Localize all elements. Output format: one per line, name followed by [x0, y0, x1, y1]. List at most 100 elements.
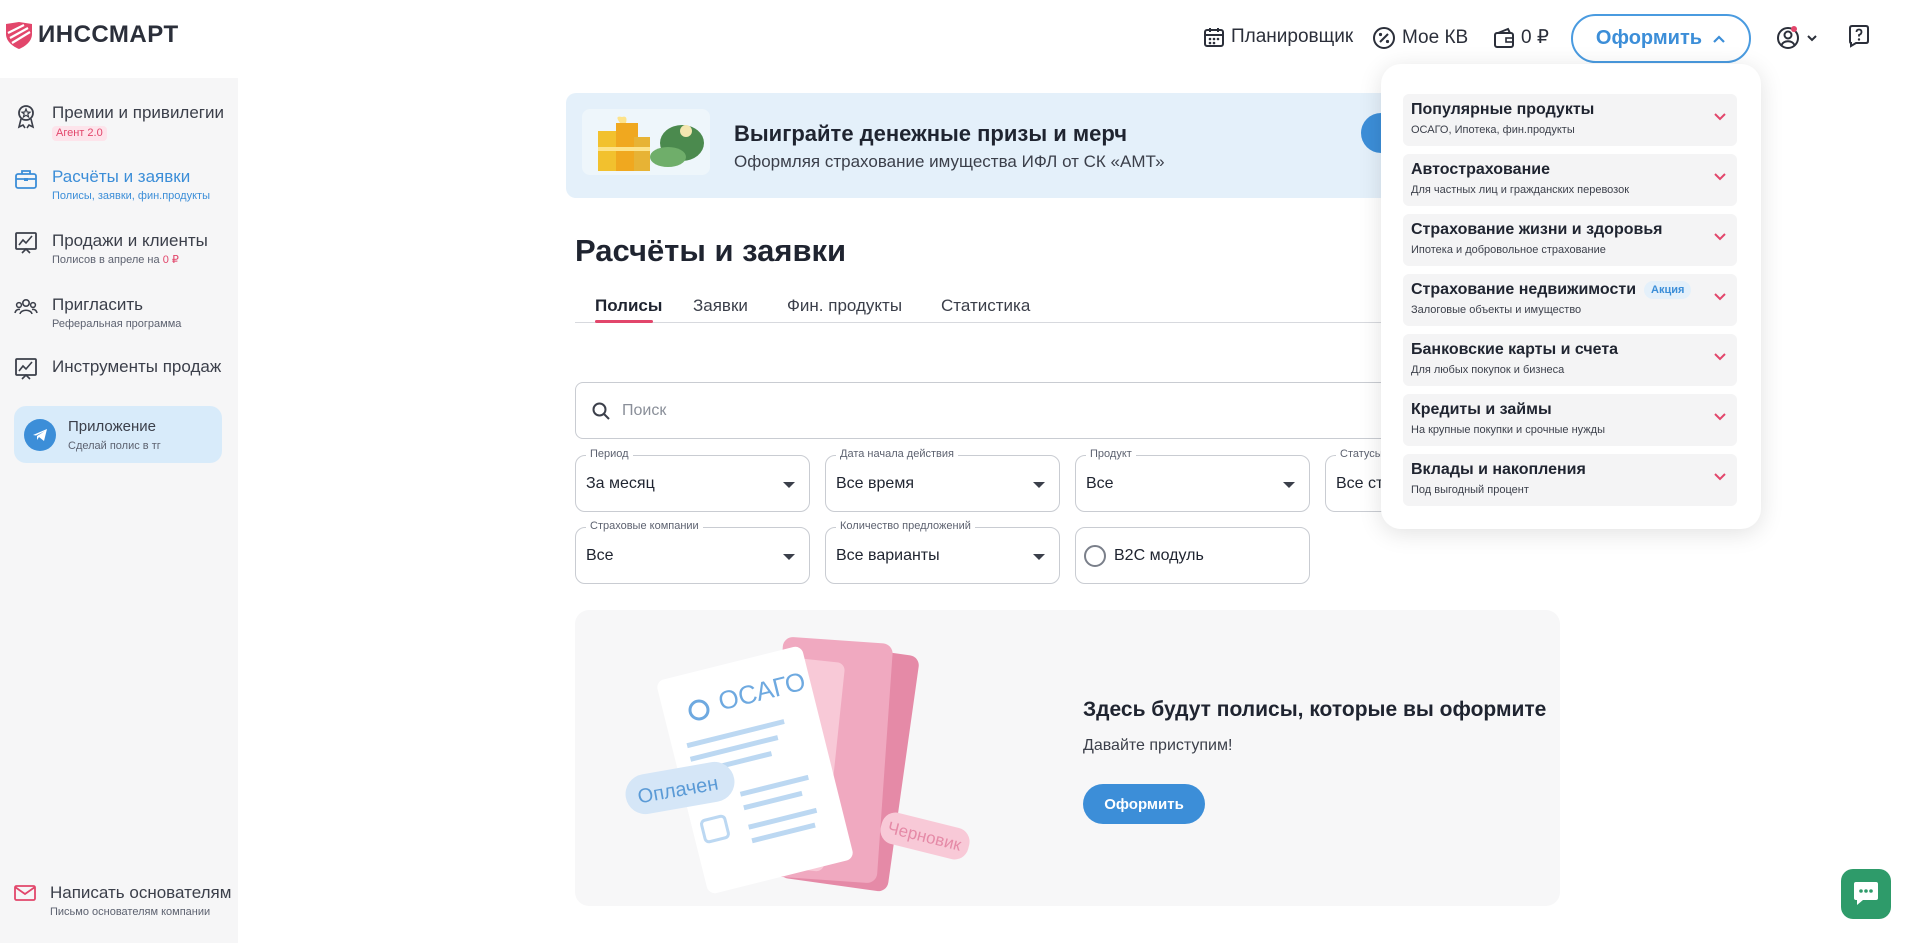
planner-label: Планировщик	[1231, 26, 1354, 47]
dropdown-item-title: Банковские карты и счета	[1411, 341, 1619, 358]
page-title: Расчёты и заявки	[575, 233, 847, 268]
filter-label: Количество предложений	[836, 520, 975, 532]
banner-subtitle: Оформляя страхование имущества ИФЛ от СК…	[734, 152, 1165, 171]
chevron-down-icon	[1714, 293, 1726, 301]
filter-product[interactable]: Продукт Все	[1075, 448, 1310, 512]
app-card-title: Приложение	[68, 417, 156, 435]
chevron-down-icon	[1714, 233, 1726, 241]
filter-start-date[interactable]: Дата начала действия Все время	[825, 448, 1060, 512]
planner-link[interactable]: Планировщик	[1203, 26, 1353, 48]
empty-state-subtitle: Давайте приступим!	[1083, 737, 1233, 754]
founders-title: Написать основателям	[50, 883, 232, 902]
logo[interactable]: ИНССМАРТ	[4, 20, 179, 50]
dropdown-item-title: Популярные продукты	[1411, 101, 1595, 118]
percent-icon	[1373, 27, 1395, 49]
sidebar-item-sub: Полисы, заявки, фин.продукты	[52, 190, 210, 202]
dropdown-item-title: Страхование недвижимости Акция	[1411, 281, 1692, 299]
tab-fin-products[interactable]: Фин. продукты	[787, 296, 902, 316]
oformit-menu-button[interactable]: Оформить	[1571, 14, 1751, 63]
sidebar-item-sub: Реферальная программа	[52, 318, 182, 330]
b2c-label: B2C модуль	[1114, 547, 1204, 564]
user-icon	[1777, 26, 1817, 49]
chat-button[interactable]	[1841, 869, 1891, 919]
telegram-icon	[24, 418, 56, 451]
dropdown-item-title: Кредиты и займы	[1411, 401, 1552, 418]
dropdown-item-life[interactable]: Страхование жизни и здоровья Ипотека и д…	[1403, 214, 1737, 266]
sidebar: Премии и привилегии Агент 2.0 Расчёты и …	[0, 78, 238, 943]
search-icon	[592, 402, 610, 420]
medal-icon	[17, 105, 35, 129]
tab-policies[interactable]: Полисы	[595, 296, 662, 316]
radio-icon[interactable]	[1084, 545, 1106, 567]
search-input[interactable]: Поиск	[575, 382, 1395, 439]
dropdown-item-cards[interactable]: Банковские карты и счета Для любых покуп…	[1403, 334, 1737, 386]
filter-insurers[interactable]: Страховые компании Все	[575, 520, 810, 584]
filter-label: Статусы	[1336, 448, 1387, 460]
filter-period[interactable]: Период За месяц	[575, 448, 810, 512]
wallet-icon	[1494, 27, 1514, 48]
mail-icon	[14, 885, 36, 901]
agent-badge: Агент 2.0	[52, 126, 107, 141]
chevron-up-icon	[1713, 34, 1725, 43]
filter-value: Все	[586, 547, 614, 564]
app-card-sub: Сделай полис в тг	[68, 439, 161, 452]
oformit-dropdown: Популярные продукты ОСАГО, Ипотека, фин.…	[1381, 64, 1761, 529]
dropdown-item-title: Вклады и накопления	[1411, 461, 1586, 478]
dropdown-item-auto[interactable]: Автострахование Для частных лиц и гражда…	[1403, 154, 1737, 206]
policies-illustration: ОСАГО Оплачен Черновик	[625, 637, 970, 894]
sidebar-item-label: Продажи и клиенты	[52, 231, 208, 250]
active-tab-indicator	[595, 320, 653, 323]
dropdown-item-sub: На крупные покупки и срочные нужды	[1411, 424, 1605, 436]
tabs-bar: Полисы Заявки Фин. продукты Статистика	[575, 292, 1385, 323]
chevron-down-icon	[1714, 473, 1726, 481]
promo-badge: Акция	[1644, 281, 1692, 299]
chart-board-icon	[15, 232, 37, 254]
help-icon	[1849, 25, 1869, 48]
search-placeholder: Поиск	[622, 401, 667, 419]
wallet-link[interactable]: 0 ₽	[1493, 26, 1549, 49]
my-kv-label: Мое КВ	[1402, 27, 1469, 48]
dropdown-item-sub: ОСАГО, Ипотека, фин.продукты	[1411, 124, 1575, 136]
filter-value: За месяц	[586, 475, 655, 492]
sidebar-item-tools[interactable]: Инструменты продаж	[14, 357, 221, 381]
sidebar-item-invite[interactable]: Пригласить Реферальная программа	[14, 295, 181, 331]
oformit-label: Оформить	[1595, 27, 1703, 49]
dropdown-item-property[interactable]: Страхование недвижимости Акция Залоговые …	[1403, 274, 1737, 326]
briefcase-icon	[15, 170, 37, 189]
write-founders-link[interactable]: Написать основателям Письмо основателям …	[14, 883, 231, 919]
promo-banner[interactable]: Выиграйте денежные призы и мерч Оформляя…	[566, 93, 1421, 198]
logo-text: ИНССМАРТ	[38, 21, 179, 48]
logo-icon	[6, 22, 32, 49]
dropdown-item-credits[interactable]: Кредиты и займы На крупные покупки и сро…	[1403, 394, 1737, 446]
gifts-illustration	[582, 109, 710, 175]
caret-down-icon	[1033, 554, 1045, 560]
filter-label: Дата начала действия	[836, 448, 958, 460]
caret-down-icon	[1033, 482, 1045, 488]
sidebar-item-calculations[interactable]: Расчёты и заявки Полисы, заявки, фин.про…	[14, 167, 210, 203]
my-kv-link[interactable]: Мое КВ	[1372, 26, 1468, 50]
chevron-down-icon	[1714, 173, 1726, 181]
sidebar-item-bonuses[interactable]: Премии и привилегии Агент 2.0	[14, 103, 224, 141]
caret-down-icon	[783, 554, 795, 560]
dropdown-item-deposits[interactable]: Вклады и накопления Под выгодный процент	[1403, 454, 1737, 506]
dropdown-item-sub: Для любых покупок и бизнеса	[1411, 364, 1565, 376]
tab-requests[interactable]: Заявки	[693, 296, 748, 316]
help-button[interactable]	[1847, 24, 1871, 53]
oformit-button[interactable]: Оформить	[1083, 784, 1205, 824]
b2c-module-toggle[interactable]: B2C модуль	[1075, 527, 1310, 584]
tab-statistics[interactable]: Статистика	[941, 296, 1030, 316]
telegram-app-card[interactable]: Приложение Сделай полис в тг	[14, 406, 222, 463]
presentation-icon	[15, 358, 37, 380]
dropdown-item-sub: Под выгодный процент	[1411, 484, 1529, 496]
dropdown-item-popular[interactable]: Популярные продукты ОСАГО, Ипотека, фин.…	[1403, 94, 1737, 146]
chevron-down-icon	[1714, 353, 1726, 361]
empty-state-title: Здесь будут полисы, которые вы оформите	[1083, 698, 1547, 721]
filter-label: Страховые компании	[586, 520, 703, 532]
profile-menu[interactable]	[1776, 24, 1822, 57]
chat-icon	[1854, 882, 1878, 905]
sidebar-item-label: Пригласить	[52, 295, 144, 314]
filter-status[interactable]: Статусы Все ста	[1325, 448, 1392, 512]
dropdown-item-sub: Залоговые объекты и имущество	[1411, 304, 1582, 316]
filter-offers-count[interactable]: Количество предложений Все варианты	[825, 520, 1060, 584]
sidebar-item-sales[interactable]: Продажи и клиенты Полисов в апреле на 0 …	[14, 231, 208, 267]
